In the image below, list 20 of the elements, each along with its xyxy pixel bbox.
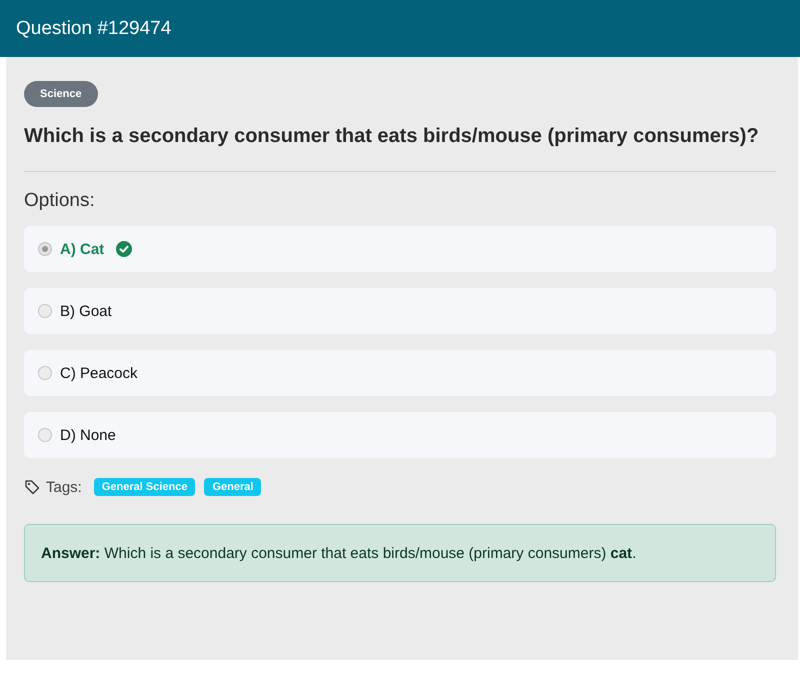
answer-text: Answer: Which is a secondary consumer that eats birds/mouse (primary consumers) cat.: [41, 544, 636, 562]
category-badge: Science: [24, 81, 98, 107]
radio-button[interactable]: [38, 304, 52, 318]
option-row[interactable]: A) Cat: [24, 226, 776, 272]
option-row[interactable]: C) Peacock: [24, 350, 776, 396]
option-label: A) Cat: [60, 240, 104, 258]
question-text: Which is a secondary consumer that eats birds/mouse (primary consumers)?: [24, 124, 760, 149]
option-row[interactable]: B) Goat: [24, 288, 776, 334]
option-label: B) Goat: [60, 302, 112, 320]
tags-label: Tags:: [46, 478, 82, 496]
option-label: C) Peacock: [60, 364, 138, 382]
radio-button[interactable]: [38, 242, 52, 256]
radio-button[interactable]: [38, 428, 52, 442]
option-label: D) None: [60, 426, 116, 444]
option-row[interactable]: D) None: [24, 412, 776, 458]
check-circle-icon: [116, 241, 132, 257]
tag-icon: [24, 479, 40, 495]
options-label: Options:: [24, 190, 96, 212]
radio-button[interactable]: [38, 366, 52, 380]
question-title: Question #129474: [16, 18, 172, 40]
